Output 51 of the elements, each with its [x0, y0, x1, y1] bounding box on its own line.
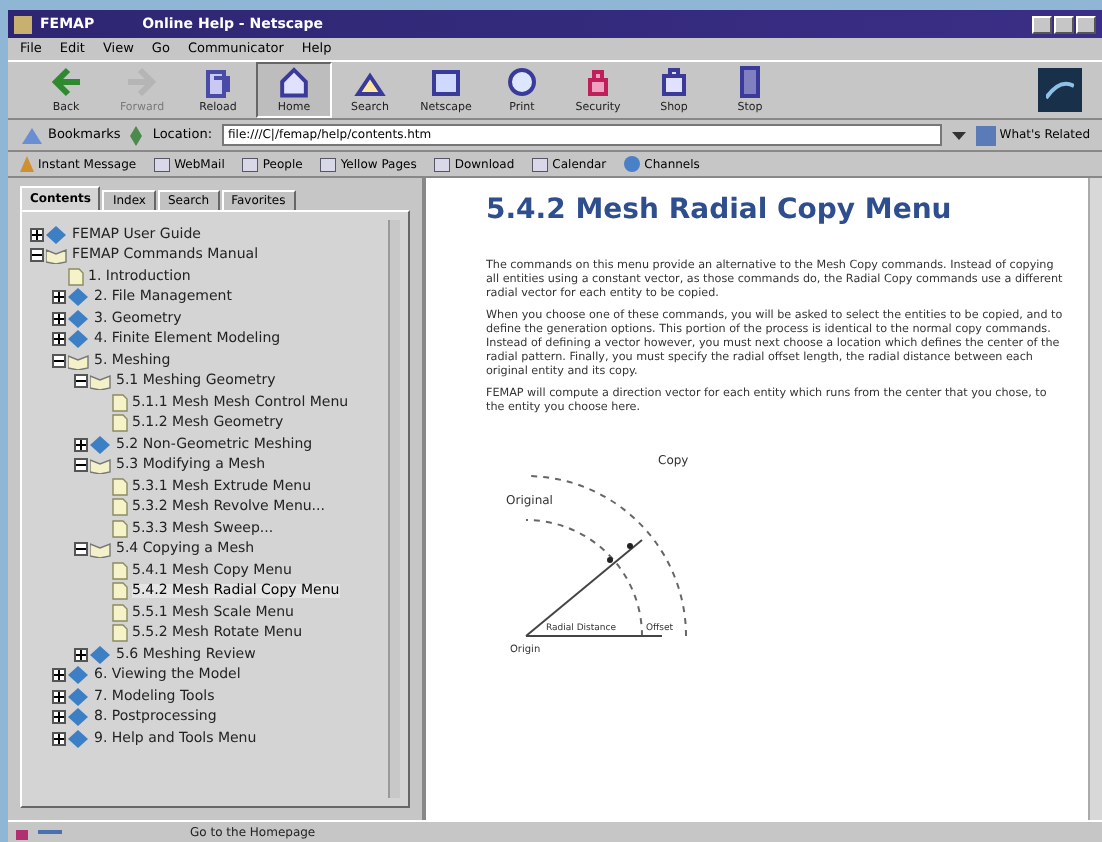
book-icon: [68, 288, 90, 307]
security-lock-icon: [14, 824, 30, 840]
book-icon: [90, 645, 112, 664]
book-icon: [90, 435, 112, 454]
page-heading: 5.4.2 Mesh Radial Copy Menu: [486, 192, 954, 230]
forward-icon: [124, 63, 160, 100]
expand-toggle[interactable]: [74, 647, 88, 662]
bookmark-link-icon: [242, 157, 259, 171]
book-icon: [68, 330, 90, 349]
person-icon: [20, 156, 34, 172]
bookmark-link-icon: [154, 157, 171, 171]
expand-toggle[interactable]: [52, 710, 66, 725]
collapse-toggle[interactable]: [52, 353, 66, 368]
open-book-icon: [90, 372, 112, 391]
expand-toggle[interactable]: [52, 731, 66, 746]
channel-icon: [624, 156, 641, 172]
open-book-icon: [46, 246, 68, 265]
collapse-toggle[interactable]: [74, 374, 88, 389]
book-icon: [68, 309, 90, 328]
expand-toggle[interactable]: [74, 437, 88, 452]
close-button[interactable]: [1076, 15, 1096, 33]
scrollbar[interactable]: [388, 220, 400, 798]
expand-toggle[interactable]: [52, 668, 66, 683]
minimize-button[interactable]: [1032, 15, 1052, 33]
expand-toggle[interactable]: [52, 311, 66, 326]
bookmark-link-icon: [532, 157, 549, 171]
open-book-icon: [90, 456, 112, 475]
app-icon: [14, 15, 32, 33]
collapse-toggle[interactable]: [74, 458, 88, 473]
scrollbar[interactable]: [1088, 178, 1102, 820]
page-icon: [68, 267, 84, 286]
bookmark-link-icon: [320, 157, 337, 171]
book-icon: [46, 225, 68, 244]
book-icon: [68, 708, 90, 727]
bookmark-icon: [20, 125, 44, 145]
expand-toggle[interactable]: [52, 290, 66, 305]
bookmark-link-icon: [434, 157, 451, 171]
expand-toggle[interactable]: [52, 689, 66, 704]
book-icon: [68, 729, 90, 748]
book-icon: [68, 666, 90, 685]
open-book-icon: [68, 351, 90, 370]
expand-toggle[interactable]: [30, 227, 44, 242]
expand-toggle[interactable]: [52, 332, 66, 347]
collapse-toggle[interactable]: [30, 248, 44, 263]
home-icon: [276, 64, 312, 100]
collapse-toggle[interactable]: [74, 542, 88, 557]
book-icon: [68, 687, 90, 706]
dropdown-arrow-icon[interactable]: [951, 128, 966, 142]
open-book-icon: [90, 540, 112, 559]
back-icon: [48, 63, 84, 100]
maximize-button[interactable]: [1054, 15, 1074, 33]
